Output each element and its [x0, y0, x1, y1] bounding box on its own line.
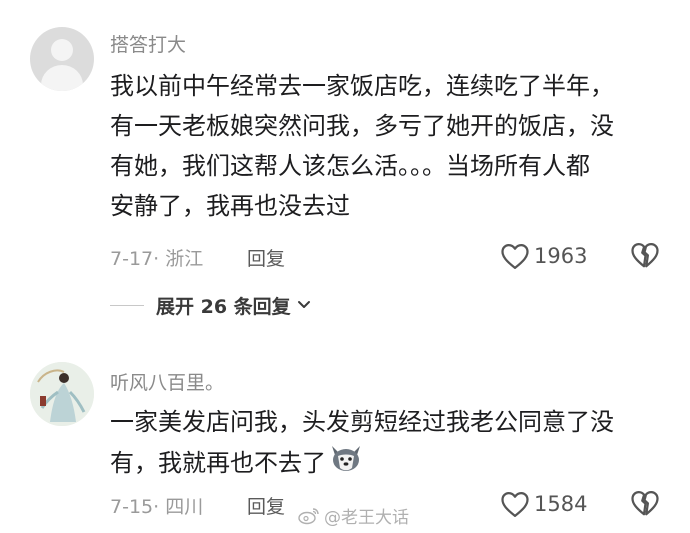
avatar[interactable]	[30, 27, 94, 91]
dislike-button[interactable]	[630, 241, 660, 274]
comment-content-line: 有一天老板娘突然问我，多亏了她开的饭店，没	[110, 112, 614, 140]
like-button[interactable]: 1584	[500, 489, 587, 519]
comment-content-line-wrap: 有，我就再也不去了	[110, 442, 670, 486]
chevron-down-icon	[297, 301, 310, 308]
comment-date-location: 7-17· 浙江	[110, 248, 204, 270]
comment-content: 一家美发店问我，头发剪短经过我老公同意了没 有，我就再也不去了	[110, 402, 670, 486]
avatar-head-shape	[51, 39, 73, 61]
husky-dog-emoji-icon	[328, 442, 364, 486]
broken-heart-icon	[631, 243, 659, 268]
heart-outline-icon	[501, 492, 529, 517]
comment-content-line: 我以前中午经常去一家饭店吃，连续吃了半年，	[110, 72, 614, 100]
comment-username[interactable]: 搭答打大	[110, 30, 186, 57]
comment-content-line: 安静了，我再也没去过	[110, 192, 350, 220]
comment-content-line: 有她，我们这帮人该怎么活。。。当场所有人都	[110, 152, 590, 180]
broken-heart-icon	[631, 491, 659, 516]
avatar-painting-image	[30, 362, 94, 426]
weibo-logo-icon	[298, 507, 319, 524]
like-button[interactable]: 1963	[500, 241, 587, 271]
reply-button[interactable]: 回复	[247, 492, 285, 519]
comment-meta: 7-17· 浙江 回复 1963	[110, 241, 690, 274]
reply-button[interactable]: 回复	[247, 244, 285, 271]
watermark: @老王大话	[298, 503, 409, 528]
expand-replies-label: 展开 26 条回复	[156, 295, 291, 318]
avatar[interactable]	[30, 362, 94, 426]
like-count: 1963	[534, 244, 588, 268]
expand-replies-button[interactable]: 展开 26 条回复	[110, 292, 311, 318]
comment-username[interactable]: 听风八百里。	[110, 368, 224, 395]
heart-outline-icon	[501, 244, 529, 269]
comment-content-line: 一家美发店问我，头发剪短经过我老公同意了没	[110, 408, 614, 436]
comment-content-line: 有，我就再也不去了	[110, 449, 326, 477]
comment-item: 搭答打大 我以前中午经常去一家饭店吃，连续吃了半年， 有一天老板娘突然问我，多亏…	[0, 0, 690, 340]
like-count: 1584	[534, 492, 588, 516]
avatar-body-shape	[41, 65, 83, 91]
watermark-text: @老王大话	[324, 508, 409, 528]
comment-content: 我以前中午经常去一家饭店吃，连续吃了半年， 有一天老板娘突然问我，多亏了她开的饭…	[110, 66, 670, 226]
comment-date-location: 7-15· 四川	[110, 496, 204, 518]
dislike-button[interactable]	[630, 489, 660, 522]
divider-line	[110, 304, 144, 306]
